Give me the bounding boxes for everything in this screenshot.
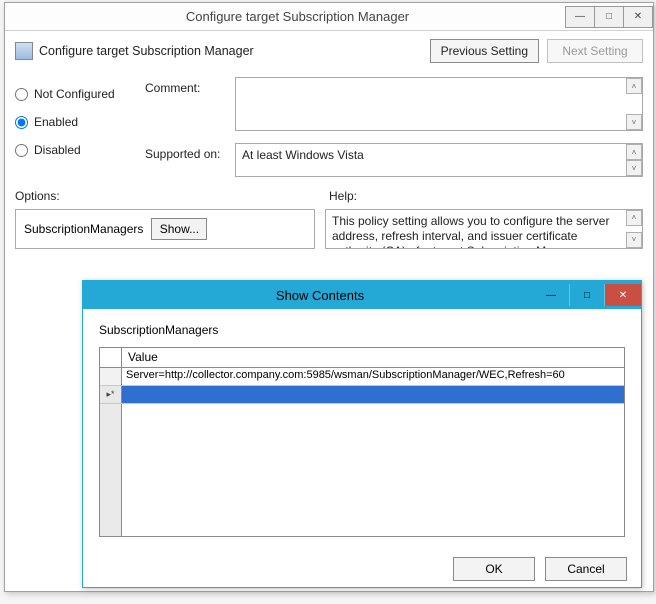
radio-disabled[interactable]: Disabled: [15, 143, 145, 157]
policy-name: Configure target Subscription Manager: [39, 44, 422, 58]
radio-not-configured[interactable]: Not Configured: [15, 87, 145, 101]
radio-enabled[interactable]: Enabled: [15, 115, 145, 129]
row-header-corner: [100, 348, 122, 367]
new-row-indicator-icon[interactable]: ▸*: [100, 386, 122, 403]
cancel-button[interactable]: Cancel: [545, 557, 627, 581]
next-setting-button: Next Setting: [547, 39, 643, 63]
column-header-value[interactable]: Value: [122, 348, 624, 367]
subscription-managers-label: SubscriptionManagers: [24, 222, 143, 236]
radio-not-configured-label: Not Configured: [34, 87, 115, 101]
comment-textarea[interactable]: ˄ ˅: [235, 77, 643, 131]
radio-disabled-label: Disabled: [34, 143, 81, 157]
radio-disabled-input[interactable]: [15, 144, 28, 157]
ok-button[interactable]: OK: [453, 557, 535, 581]
scroll-up-icon[interactable]: ˄: [626, 210, 642, 226]
radio-not-configured-input[interactable]: [15, 88, 28, 101]
scroll-up-icon[interactable]: ˄: [626, 78, 642, 94]
values-grid[interactable]: Value Server=http://collector.company.co…: [99, 347, 625, 537]
show-contents-dialog: Show Contents — □ ✕ SubscriptionManagers…: [82, 280, 642, 588]
value-cell[interactable]: [122, 386, 624, 403]
help-heading: Help:: [315, 189, 357, 203]
state-radio-group: Not Configured Enabled Disabled: [15, 77, 145, 177]
show-button[interactable]: Show...: [151, 218, 207, 240]
close-button[interactable]: ✕: [623, 6, 653, 28]
value-cell[interactable]: Server=http://collector.company.com:5985…: [122, 368, 624, 385]
scroll-up-icon[interactable]: ˄: [626, 144, 642, 160]
comment-label: Comment:: [145, 77, 235, 95]
minimize-button[interactable]: —: [533, 284, 569, 306]
maximize-button[interactable]: □: [594, 6, 624, 28]
policy-icon: [15, 42, 33, 60]
table-row[interactable]: ▸*: [100, 386, 624, 404]
scroll-down-icon[interactable]: ˅: [626, 232, 642, 248]
row-header-gutter: [100, 404, 122, 536]
supported-on-value: At least Windows Vista: [242, 148, 364, 162]
row-header[interactable]: [100, 368, 122, 385]
maximize-button[interactable]: □: [569, 284, 605, 306]
options-panel: SubscriptionManagers Show...: [15, 209, 315, 249]
scroll-down-icon[interactable]: ˅: [626, 160, 642, 176]
close-button[interactable]: ✕: [605, 284, 641, 306]
dialog-title: Show Contents: [107, 288, 533, 303]
titlebar: Show Contents — □ ✕: [83, 281, 641, 309]
help-panel: This policy setting allows you to config…: [325, 209, 643, 249]
previous-setting-button[interactable]: Previous Setting: [430, 39, 539, 63]
list-label: SubscriptionManagers: [99, 323, 625, 337]
help-text: This policy setting allows you to config…: [332, 214, 609, 249]
minimize-button[interactable]: —: [565, 6, 595, 28]
table-row[interactable]: Server=http://collector.company.com:5985…: [100, 368, 624, 386]
titlebar: Configure target Subscription Manager — …: [5, 3, 653, 31]
options-heading: Options:: [15, 189, 315, 203]
radio-enabled-label: Enabled: [34, 115, 78, 129]
supported-on-box: At least Windows Vista ˄ ˅: [235, 143, 643, 177]
scroll-down-icon[interactable]: ˅: [626, 114, 642, 130]
supported-on-label: Supported on:: [145, 143, 235, 161]
window-title: Configure target Subscription Manager: [29, 9, 566, 24]
radio-enabled-input[interactable]: [15, 116, 28, 129]
